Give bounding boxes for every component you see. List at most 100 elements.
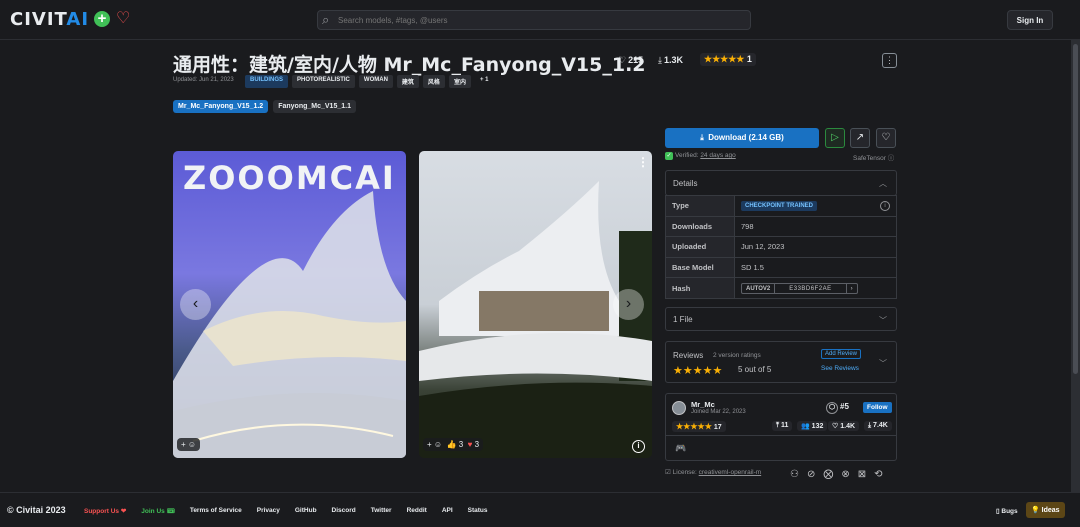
version-tab[interactable]: Fanyong_Mc_V15_1.1 [273, 100, 356, 113]
image-reactions[interactable]: + ☺ 👍 3 ♥ 3 [423, 438, 484, 451]
detail-row-uploaded: Uploaded Jun 12, 2023 [666, 236, 896, 257]
gallery-next-button[interactable]: › [613, 289, 644, 320]
model-title: 通用性：建筑/室内/人物 Mr_Mc_Fanyong_V15_1.2 [173, 54, 646, 76]
support-heart-icon[interactable]: ♡ [116, 8, 130, 28]
creator-name[interactable]: Mr_Mc [691, 400, 715, 409]
ideas-button[interactable]: 💡 Ideas [1026, 502, 1065, 518]
footer-link-twitter[interactable]: Twitter [371, 507, 392, 515]
license-permission-icons: ⚇ ⊘ ⨂ ⊗ ⊠ ⟲ [790, 469, 883, 480]
gallery-prev-button[interactable]: ‹ [180, 289, 211, 320]
footer-link-reddit[interactable]: Reddit [407, 507, 427, 515]
download-icon: ⤓ [658, 55, 662, 65]
license-line: ☑ License: creativeml-openrail-m [665, 469, 762, 476]
license-link[interactable]: creativeml-openrail-m [699, 469, 762, 476]
footer-link-support[interactable]: Support Us ❤ [84, 507, 126, 515]
copyright: © Civitai 2023 [7, 505, 66, 515]
creator-rank: ⬡ #5 [826, 402, 849, 414]
image-menu-icon[interactable]: ⋮ [637, 155, 649, 169]
bug-icon: ▯ [996, 508, 1000, 515]
download-button[interactable]: ⤓ Download (2.14 GB) [665, 128, 819, 148]
files-accordion[interactable]: 1 File ﹀ [665, 307, 897, 331]
info-icon[interactable]: i [880, 201, 890, 211]
zoomcai-watermark: ZOOOMCAI [183, 159, 396, 197]
detail-row-hash: Hash AUTOV2 E33BD6F2AE › [666, 277, 896, 298]
share-button[interactable]: ↗ [850, 128, 870, 148]
reviews-panel: Reviews 2 version ratings ★★★★★ 5 out of… [665, 341, 897, 383]
add-review-button[interactable]: Add Review [821, 349, 862, 359]
tag-item[interactable]: 风格 [422, 75, 445, 88]
likes-stat: ♡ 215 [618, 55, 644, 65]
tag-item[interactable]: BUILDINGS [245, 75, 288, 88]
more-tags-button[interactable]: + 1 [475, 75, 494, 88]
top-bar: CIVITAI + ♡ ⌕ Sign In [0, 0, 1080, 40]
search-input[interactable] [338, 13, 738, 27]
more-options-button[interactable]: ⋮ [882, 53, 897, 68]
discord-icon[interactable]: 🎮 [675, 443, 686, 454]
details-table: Type CHECKPOINT TRAINED i Downloads 798 Up… [665, 195, 897, 299]
verified-date-link[interactable]: 24 days ago [700, 152, 735, 159]
creator-downloads: ⤓ 7.4K [864, 421, 892, 431]
no-generation-icon: ⨂ [823, 469, 834, 480]
tag-list: BUILDINGS PHOTOREALISTIC WOMAN 建筑 风格 室内 … [245, 75, 493, 88]
creator-uploads: ⤒ 11 [772, 421, 793, 431]
footer-link-api[interactable]: API [442, 507, 453, 515]
footer-link-terms[interactable]: Terms of Service [190, 507, 242, 515]
chevron-down-icon[interactable]: ﹀ [879, 358, 887, 369]
tag-item[interactable]: PHOTOREALISTIC [292, 75, 355, 88]
detail-row-type: Type CHECKPOINT TRAINED i [666, 195, 896, 216]
footer-links: Support Us ❤ Join Us 🎟 Terms of Service … [84, 507, 488, 515]
no-permission-change-icon: ⟲ [874, 469, 883, 480]
creator-rating: ★★★★★ 17 [672, 421, 726, 432]
detail-row-downloads: Downloads 798 [666, 215, 896, 237]
favorite-button[interactable]: ♡ [876, 128, 896, 148]
sign-in-button[interactable]: Sign In [1007, 10, 1053, 30]
heart-icon: ♡ [618, 55, 627, 65]
version-tab[interactable]: Mr_Mc_Fanyong_V15_1.2 [173, 100, 269, 113]
divider [666, 435, 896, 436]
safetensor-label: SafeTensor ⓘ [853, 155, 895, 162]
downloads-stat: ⤓ 1.3K [658, 55, 683, 65]
footer-link-status[interactable]: Status [468, 507, 488, 515]
search-bar[interactable]: ⌕ [317, 10, 751, 30]
create-plus-icon[interactable]: + [94, 11, 110, 27]
see-reviews-link[interactable]: See Reviews [821, 365, 859, 372]
tag-item[interactable]: WOMAN [358, 75, 393, 88]
scrollbar-thumb[interactable] [1073, 44, 1078, 374]
image-info-icon[interactable]: i [632, 440, 645, 453]
creator-followers: 👥 132 [797, 421, 828, 431]
rating-badge[interactable]: ★★★★★ 1 [700, 53, 756, 66]
footer-link-github[interactable]: GitHub [295, 507, 317, 515]
verified-status: ✓ Verified: 24 days ago [665, 152, 736, 160]
chevron-down-icon: ﹀ [879, 316, 887, 325]
run-button[interactable]: ▷ [825, 128, 845, 148]
hash-selector[interactable]: AUTOV2 E33BD6F2AE › [741, 282, 858, 294]
verified-check-icon: ✓ [665, 152, 673, 160]
download-icon: ⤓ [700, 133, 704, 142]
updated-date: Updated: Jun 21, 2023 [173, 77, 234, 83]
civitai-logo[interactable]: CIVITAI [10, 9, 89, 30]
footer-link-discord[interactable]: Discord [332, 507, 356, 515]
chevron-right-icon[interactable]: › [847, 284, 857, 293]
follow-button[interactable]: Follow [863, 402, 892, 413]
add-reaction-button[interactable]: + ☺ [177, 438, 201, 451]
creator-likes: ♡ 1.4K [828, 421, 860, 431]
details-header[interactable]: Details ︿ [665, 170, 897, 196]
tag-item[interactable]: 室内 [448, 75, 471, 88]
review-stars: ★★★★★ [673, 365, 723, 377]
footer-link-join[interactable]: Join Us 🎟 [141, 507, 175, 515]
creator-joined: Joined Mar 22, 2023 [691, 409, 746, 415]
license-icon: ☑ [665, 469, 671, 476]
credit-icon: ⚇ [790, 469, 799, 480]
footer-link-privacy[interactable]: Privacy [257, 507, 280, 515]
footer: © Civitai 2023 Support Us ❤ Join Us 🎟 Te… [0, 492, 1080, 527]
tag-item[interactable]: 建筑 [396, 75, 419, 88]
chevron-up-icon: ︿ [879, 179, 887, 188]
type-badge: CHECKPOINT TRAINED [741, 200, 818, 211]
avatar[interactable] [672, 401, 686, 415]
no-merge-icon: ⊠ [857, 469, 867, 480]
bugs-button[interactable]: ▯ Bugs [996, 507, 1018, 515]
search-icon: ⌕ [322, 12, 330, 27]
detail-row-base-model: Base Model SD 1.5 [666, 256, 896, 278]
version-tabs: Mr_Mc_Fanyong_V15_1.2 Fanyong_Mc_V15_1.1 [173, 100, 356, 113]
no-image-sell-icon: ⊘ [806, 469, 816, 480]
